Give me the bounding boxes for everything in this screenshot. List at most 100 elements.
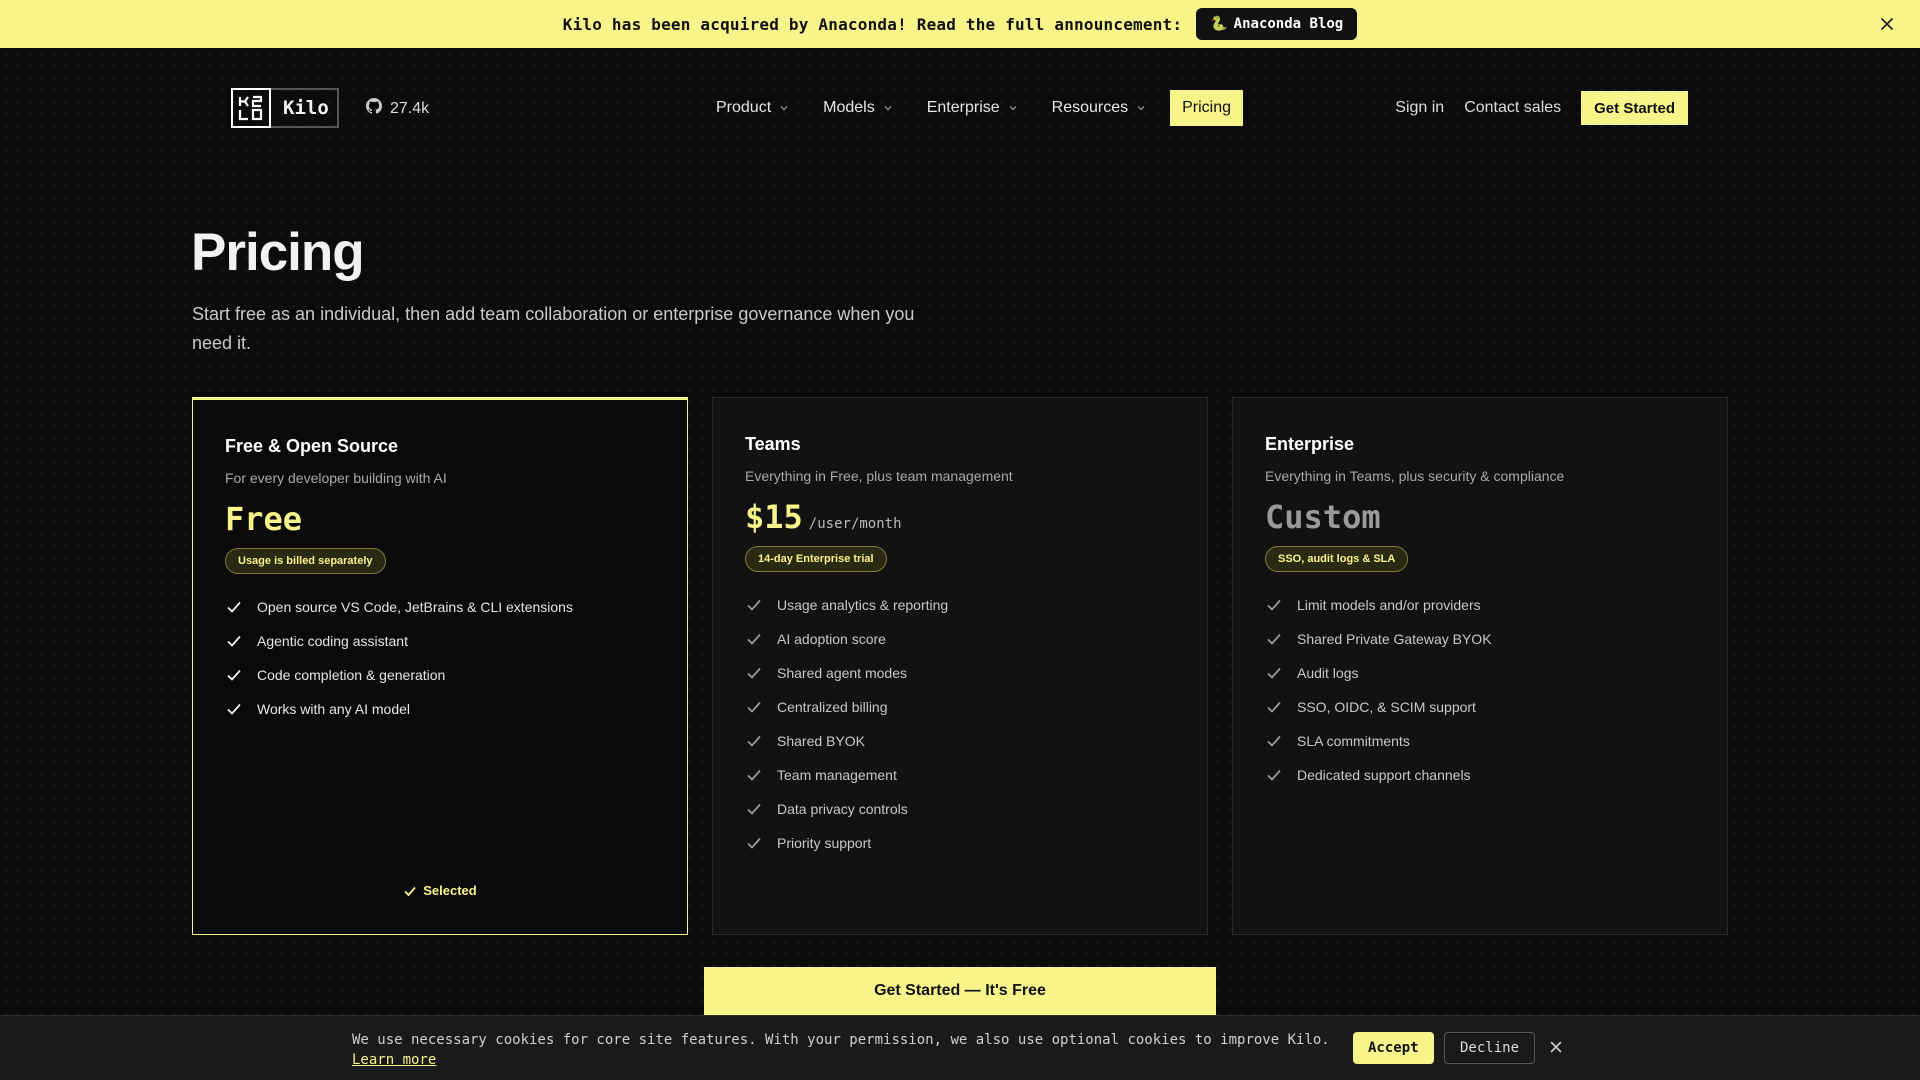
check-icon [1267,599,1281,611]
nav-product[interactable]: Product [716,99,789,117]
feature-label: Shared Private Gateway BYOK [1297,631,1492,647]
learn-more-link[interactable]: Learn more [352,1052,436,1068]
anaconda-blog-label: Anaconda Blog [1233,16,1344,32]
feature-item: AI adoption score [745,622,948,656]
get-started-button[interactable]: Get Started [1581,91,1688,125]
check-icon [747,701,761,713]
check-icon [1267,769,1281,781]
price-value: Free [225,500,303,538]
cookie-message: We use necessary cookies for core site f… [352,1032,1330,1048]
feature-label: AI adoption score [777,631,886,647]
feature-item: Code completion & generation [225,658,573,692]
check-icon [747,599,761,611]
announcement-banner: Kilo has been acquired by Anaconda! Read… [0,0,1920,48]
nav-models[interactable]: Models [823,99,893,117]
feature-label: Works with any AI model [257,701,411,717]
feature-label: Dedicated support channels [1297,767,1471,783]
plan-title: Enterprise [1265,434,1355,454]
nav-pricing[interactable]: Pricing [1170,90,1244,126]
feature-item: Dedicated support channels [1265,758,1492,792]
check-icon [747,633,761,645]
plan-price: $15 /user/month [745,498,902,536]
check-icon [227,635,241,647]
chevron-down-icon [1009,106,1017,111]
feature-item: Agentic coding assistant [225,624,573,658]
price-value: Custom [1265,498,1381,536]
cookie-banner: We use necessary cookies for core site f… [0,1015,1920,1080]
selected-indicator: Selected [193,883,687,898]
plan-price: Free [225,500,302,538]
feature-list: Open source VS Code, JetBrains & CLI ext… [225,590,573,726]
feature-label: Code completion & generation [257,667,446,683]
check-icon [1267,633,1281,645]
plan-subtitle: For every developer building with AI [225,470,447,486]
feature-label: Centralized billing [777,699,888,715]
plan-subtitle: Everything in Teams, plus security & com… [1265,468,1565,484]
feature-item: SSO, OIDC, & SCIM support [1265,690,1492,724]
plan-price: Custom [1265,498,1381,536]
plan-subtitle: Everything in Free, plus team management [745,468,1013,484]
feature-item: Open source VS Code, JetBrains & CLI ext… [225,590,573,624]
feature-label: Agentic coding assistant [257,633,408,649]
announcement-text: Kilo has been acquired by Anaconda! Read… [562,14,1183,34]
check-icon [1267,667,1281,679]
cookie-text-block: We use necessary cookies for core site f… [352,1030,1330,1070]
feature-item: Shared agent modes [745,656,948,690]
feature-item: Priority support [745,826,948,860]
plan-badge: SSO, audit logs & SLA [1265,546,1409,572]
feature-list: Usage analytics & reporting AI adoption s… [745,588,948,860]
selected-label: Selected [423,883,477,898]
feature-item: Shared Private Gateway BYOK [1265,622,1492,656]
feature-item: SLA commitments [1265,724,1492,758]
chevron-down-icon [884,106,892,111]
nav-resources-label: Resources [1051,99,1129,116]
page-subtitle: Start free as an individual, then add te… [192,304,915,353]
nav-enterprise-label: Enterprise [926,99,1000,116]
close-icon[interactable] [1876,13,1898,35]
feature-item: Audit logs [1265,656,1492,690]
feature-label: SSO, OIDC, & SCIM support [1297,699,1476,715]
nav-resources[interactable]: Resources [1052,99,1146,117]
plan-card-teams[interactable]: Teams Everything in Free, plus team mana… [712,397,1208,935]
sign-in-link[interactable]: Sign in [1395,99,1444,117]
get-started-free-button[interactable]: Get Started — It's Free [704,967,1216,1015]
close-icon[interactable] [1547,1038,1565,1056]
nav-enterprise[interactable]: Enterprise [927,99,1018,117]
nav-product-label: Product [716,99,772,116]
logo[interactable]: Kilo [231,88,339,128]
github-stars-count: 27.4k [390,99,430,117]
feature-item: Data privacy controls [745,792,948,826]
check-icon [747,769,761,781]
main-nav: Product Models Enterprise Resources Pric… [716,90,1244,126]
feature-label: Open source VS Code, JetBrains & CLI ext… [257,599,573,615]
check-icon [747,735,761,747]
contact-sales-link[interactable]: Contact sales [1464,99,1561,117]
github-icon [366,98,383,119]
anaconda-blog-link[interactable]: 🐍 Anaconda Blog [1196,8,1358,40]
feature-label: Usage analytics & reporting [777,597,949,613]
header-actions: Sign in Contact sales Get Started [1395,90,1688,126]
site-header: Kilo 27.4k Product Models Enterprise Res… [0,48,1920,168]
check-icon [404,886,416,896]
feature-label: Priority support [777,835,872,851]
plan-card-enterprise[interactable]: Enterprise Everything in Teams, plus sec… [1232,397,1728,935]
feature-label: Data privacy controls [777,801,908,817]
plan-card-free[interactable]: Free & Open Source For every developer b… [192,397,688,935]
feature-label: Shared BYOK [777,733,865,749]
check-icon [747,837,761,849]
feature-label: Shared agent modes [777,665,907,681]
check-icon [227,703,241,715]
feature-item: Team management [745,758,948,792]
feature-item: Usage analytics & reporting [745,588,948,622]
price-unit: /user/month [808,516,902,532]
accept-cookies-button[interactable]: Accept [1353,1032,1434,1064]
feature-label: Limit models and/or providers [1297,597,1481,613]
plan-badge: 14-day Enterprise trial [745,546,887,572]
feature-label: Team management [777,767,897,783]
feature-list: Limit models and/or providers Shared Priv… [1265,588,1492,792]
github-stars-link[interactable]: 27.4k [366,98,429,119]
chevron-down-icon [780,106,788,111]
check-icon [227,601,241,613]
decline-cookies-button[interactable]: Decline [1444,1032,1536,1064]
check-icon [1267,735,1281,747]
